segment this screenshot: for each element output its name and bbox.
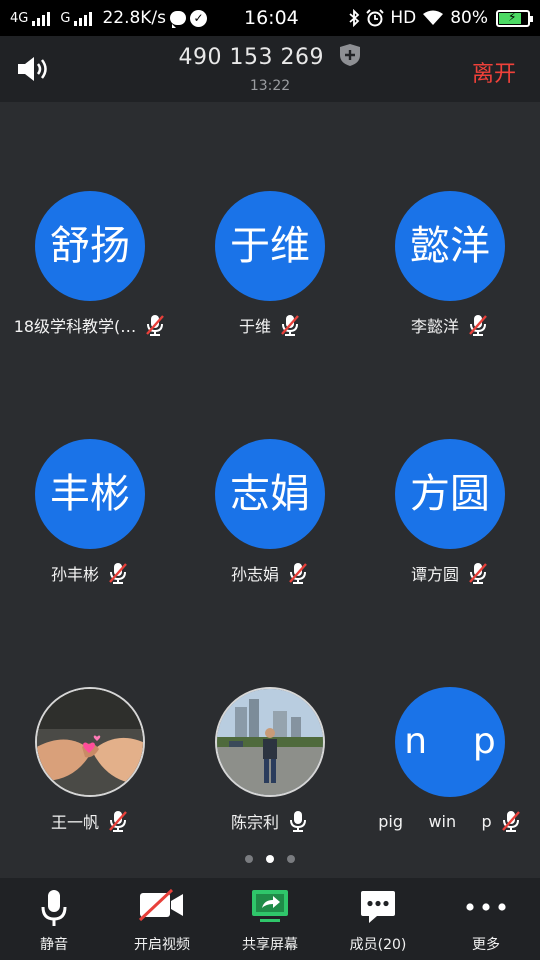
avatar-photo (215, 687, 325, 797)
participant-tile[interactable]: n p pig win p (360, 687, 540, 857)
hd-indicator: HD (390, 8, 417, 28)
participant-tile[interactable]: 志娟 孙志娟 (180, 439, 360, 609)
meeting-id-text: 490 153 269 (178, 45, 324, 70)
signal-strength-icon-2 (74, 10, 93, 26)
participant-name: 18级学科教学(… (13, 317, 137, 336)
battery-icon: ⚡ (496, 9, 533, 27)
mute-button[interactable]: 静音 (0, 878, 108, 960)
status-bar: 4G G 22.8K/s ✓ 16:04 HD 80% ⚡ (0, 0, 540, 36)
network-type-4g: 4G (10, 10, 29, 26)
meeting-id[interactable]: 490 153 269 (0, 43, 540, 70)
avatar: n p (395, 687, 505, 797)
bottom-toolbar: 静音 开启视频 共享屏幕 成员(20) 更多 (0, 878, 540, 960)
members-button[interactable]: 成员(20) (324, 878, 432, 960)
share-screen-button[interactable]: 共享屏幕 (216, 878, 324, 960)
participant-name: 王一帆 (50, 813, 99, 832)
participant-name-row: 孙志娟 (180, 561, 360, 585)
meeting-elapsed-time: 13:22 (249, 78, 291, 94)
wifi-icon (423, 10, 444, 25)
participant-tile[interactable]: 懿洋 李懿洋 (360, 191, 540, 361)
signal-strength-icon (32, 10, 51, 26)
hands-heart-photo (37, 689, 143, 795)
avatar-photo (35, 687, 145, 797)
mute-label: 静音 (40, 937, 68, 953)
avatar: 方圆 (395, 439, 505, 549)
mic-muted-icon (109, 563, 127, 584)
participant-tile[interactable]: 方圆 谭方圆 (360, 439, 540, 609)
participant-tile[interactable]: 舒扬 18级学科教学(… (0, 191, 180, 361)
more-dots-icon (466, 903, 506, 911)
alarm-clock-icon (366, 9, 385, 27)
avatar: 懿洋 (395, 191, 505, 301)
participant-name: 李懿洋 (410, 317, 459, 336)
participant-name-row: 18级学科教学(… (0, 313, 180, 337)
status-bar-right: HD 80% ⚡ (348, 8, 533, 28)
avatar: 丰彬 (35, 439, 145, 549)
participant-name-row: 谭方圆 (360, 561, 540, 585)
members-label: 成员(20) (349, 937, 407, 953)
mic-muted-icon (469, 315, 487, 336)
participant-name: 谭方圆 (410, 565, 459, 584)
network-type-g: G (60, 10, 71, 26)
start-video-button[interactable]: 开启视频 (108, 878, 216, 960)
page-dot[interactable] (245, 855, 253, 863)
participant-name: 孙丰彬 (50, 565, 99, 584)
mic-muted-icon (281, 315, 299, 336)
shield-plus-icon (340, 44, 361, 66)
mic-muted-icon (109, 811, 127, 832)
network-speed: 22.8K/s (102, 8, 167, 28)
status-bar-left: 4G G 22.8K/s ✓ (10, 8, 208, 28)
more-label: 更多 (472, 937, 500, 953)
mic-muted-icon (289, 563, 307, 584)
man-outdoors-photo (217, 689, 323, 795)
video-off-icon (138, 888, 183, 922)
leave-button[interactable]: 离开 (472, 56, 516, 88)
participant-grid: 舒扬 18级学科教学(… 于维 于维 懿洋 李懿洋 丰彬 孙丰彬 志娟 孙志娟 (0, 102, 540, 878)
participant-name-row: 王一帆 (0, 809, 180, 833)
avatar: 志娟 (215, 439, 325, 549)
meeting-header: 490 153 269 13:22 离开 (0, 36, 540, 102)
start-video-label: 开启视频 (134, 937, 190, 953)
page-dot[interactable] (287, 855, 295, 863)
bluetooth-icon (349, 9, 360, 27)
avatar: 于维 (215, 191, 325, 301)
more-button[interactable]: 更多 (432, 878, 540, 960)
chat-bubble-icon (170, 11, 187, 28)
participant-name-row: 于维 (180, 313, 360, 337)
participant-tile[interactable]: 丰彬 孙丰彬 (0, 439, 180, 609)
page-indicator[interactable] (0, 855, 540, 863)
participant-name-row: 孙丰彬 (0, 561, 180, 585)
mic-muted-icon (469, 563, 487, 584)
avatar: 舒扬 (35, 191, 145, 301)
participant-name: 陈宗利 (230, 813, 279, 832)
participant-name-row: 李懿洋 (360, 313, 540, 337)
share-screen-label: 共享屏幕 (242, 937, 298, 953)
participant-name: 孙志娟 (230, 565, 279, 584)
participant-tile[interactable]: 陈宗利 (180, 687, 360, 857)
page-dot-active[interactable] (266, 855, 274, 863)
mic-muted-icon (501, 811, 520, 832)
participant-name: pig win p (378, 811, 492, 831)
mic-muted-icon (146, 315, 165, 336)
chat-bubble-icon (361, 891, 395, 923)
participant-tile[interactable]: 于维 于维 (180, 191, 360, 361)
share-screen-icon (252, 890, 288, 922)
check-circle-icon: ✓ (190, 9, 208, 27)
microphone-icon (41, 890, 67, 926)
battery-percent: 80% (450, 8, 488, 28)
participant-name-row: 陈宗利 (180, 809, 360, 833)
status-clock: 16:04 (244, 7, 299, 29)
participant-name: 于维 (238, 317, 271, 336)
participant-name-row: pig win p (360, 809, 540, 833)
participant-tile[interactable]: 王一帆 (0, 687, 180, 857)
mic-icon (290, 811, 306, 832)
